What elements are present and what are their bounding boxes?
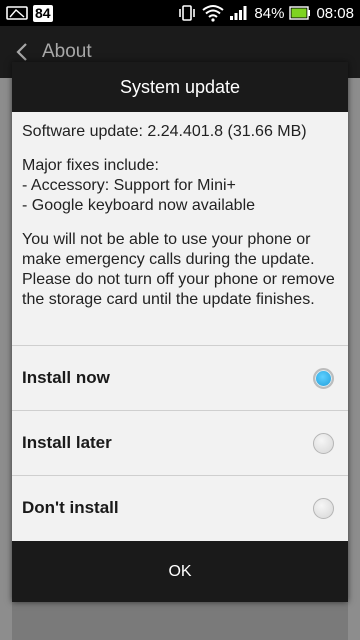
fix-item: - Google keyboard now available bbox=[22, 197, 256, 214]
option-label: Install later bbox=[22, 433, 112, 452]
background-strip-left bbox=[0, 78, 12, 640]
software-update-info: Software update: 2.24.401.8 (31.66 MB) bbox=[22, 123, 307, 140]
clock: 08:08 bbox=[316, 4, 354, 22]
vibrate-icon bbox=[177, 4, 197, 22]
dialog-title: System update bbox=[12, 62, 348, 112]
option-label: Don't install bbox=[22, 498, 119, 517]
battery-icon bbox=[289, 6, 311, 20]
radio-unselected-icon[interactable] bbox=[313, 432, 334, 454]
radio-selected-icon[interactable] bbox=[313, 367, 334, 389]
background-strip-right bbox=[348, 78, 360, 640]
status-bar: 84 84% 08:08 bbox=[0, 0, 360, 26]
option-install-later[interactable]: Install later bbox=[12, 410, 348, 475]
fixes-heading: Major fixes include: bbox=[22, 157, 159, 174]
status-left: 84 bbox=[6, 4, 53, 22]
ok-button[interactable]: OK bbox=[12, 541, 348, 602]
screenshot-icon bbox=[6, 5, 28, 21]
notification-badge: 84 bbox=[33, 4, 53, 22]
radio-unselected-icon[interactable] bbox=[313, 497, 334, 519]
install-options: Install now Install later Don't install bbox=[12, 345, 348, 540]
action-bar-title: About bbox=[42, 41, 92, 62]
back-chevron-icon[interactable] bbox=[16, 43, 28, 61]
option-install-now[interactable]: Install now bbox=[12, 345, 348, 410]
system-update-dialog: System update Software update: 2.24.401.… bbox=[12, 62, 348, 602]
signal-icon bbox=[229, 5, 249, 21]
status-right: 84% 08:08 bbox=[177, 4, 354, 22]
battery-percent: 84% bbox=[254, 4, 285, 22]
wifi-icon bbox=[202, 4, 225, 22]
update-warning: You will not be able to use your phone o… bbox=[22, 231, 335, 308]
option-label: Install now bbox=[22, 368, 110, 387]
fix-item: - Accessory: Support for Mini+ bbox=[22, 177, 236, 194]
option-dont-install[interactable]: Don't install bbox=[12, 475, 348, 540]
dialog-body: Software update: 2.24.401.8 (31.66 MB) M… bbox=[12, 112, 348, 310]
